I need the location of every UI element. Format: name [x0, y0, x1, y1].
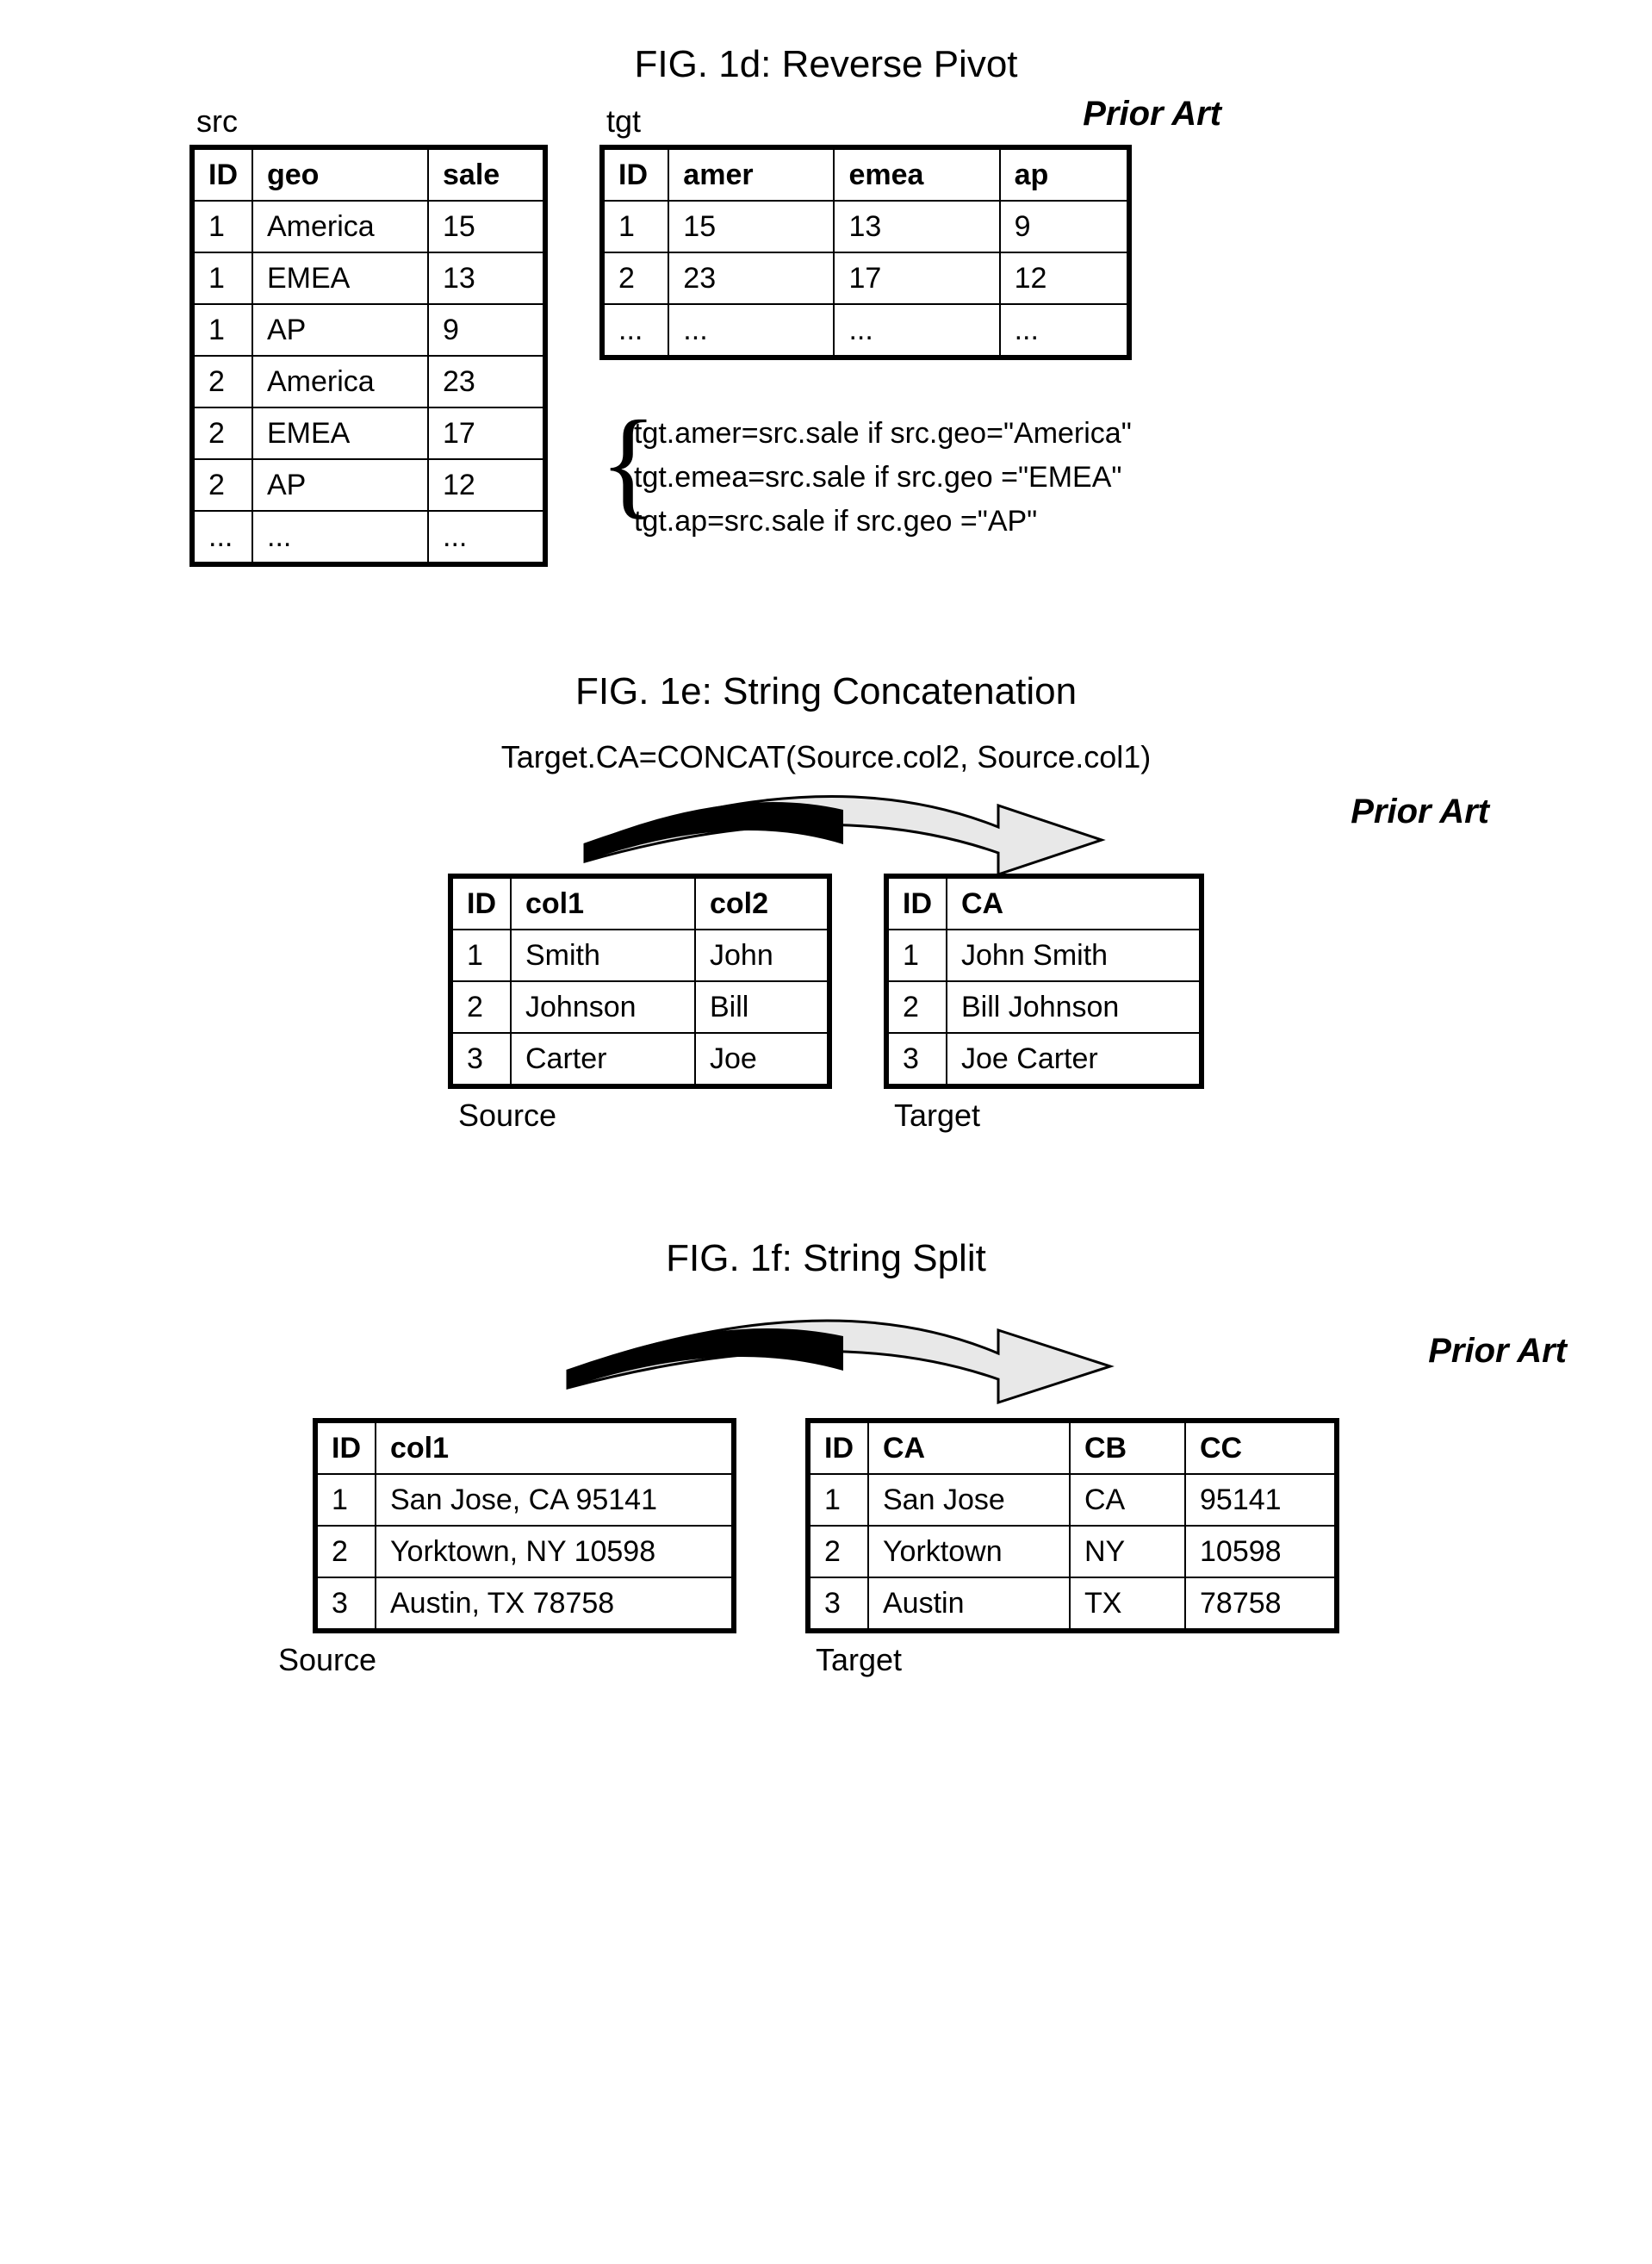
table-row: 1San Jose, CA 95141 [315, 1474, 734, 1526]
table-row: 3CarterJoe [450, 1033, 829, 1086]
table-header-row: ID amer emea ap [602, 147, 1129, 201]
tgt-block-1e: ID CA 1John Smith 2Bill Johnson 3Joe Car… [884, 874, 1204, 1134]
title-1f: FIG. 1f: String Split [69, 1237, 1583, 1280]
table-row: 1America15 [192, 201, 545, 252]
table-row: 3Austin, TX 78758 [315, 1577, 734, 1631]
prior-art-1d: Prior Art [1083, 95, 1221, 134]
src-block-1e: ID col1 col2 1SmithJohn 2JohnsonBill 3Ca… [448, 874, 832, 1134]
title-1e: FIG. 1e: String Concatenation [69, 670, 1583, 713]
th: ID [602, 147, 668, 201]
table-row: 3Joe Carter [886, 1033, 1202, 1086]
formula-1e: Target.CA=CONCAT(Source.col2, Source.col… [69, 739, 1583, 775]
table-header-row: ID geo sale [192, 147, 545, 201]
figure-1e: FIG. 1e: String Concatenation Target.CA=… [69, 670, 1583, 1134]
arrow-icon-1f [499, 1306, 1153, 1409]
src-caption-1e: Source [458, 1098, 832, 1134]
th: col1 [511, 876, 695, 930]
table-row: 115139 [602, 201, 1129, 252]
table-row: 1SmithJohn [450, 930, 829, 981]
tgt-block-1f: ID CA CB CC 1San JoseCA95141 2YorktownNY… [805, 1418, 1339, 1678]
table-row: ............ [602, 304, 1129, 358]
table-row: 1AP9 [192, 304, 545, 356]
table-row: 2America23 [192, 356, 545, 407]
table-row: 2231712 [602, 252, 1129, 304]
src-table-1e: ID col1 col2 1SmithJohn 2JohnsonBill 3Ca… [448, 874, 832, 1089]
table-header-row: ID col1 col2 [450, 876, 829, 930]
table-row: ......... [192, 511, 545, 564]
th: CC [1185, 1421, 1337, 1474]
table-row: 2Yorktown, NY 10598 [315, 1526, 734, 1577]
rule-line: tgt.amer=src.sale if src.geo="America" [634, 412, 1132, 456]
table-row: 2YorktownNY10598 [808, 1526, 1337, 1577]
src-table-1d: ID geo sale 1America15 1EMEA13 1AP9 2Ame… [189, 145, 548, 567]
rules-1d: { tgt.amer=src.sale if src.geo="America"… [608, 412, 1132, 544]
table-row: 2Bill Johnson [886, 981, 1202, 1033]
th: ap [1000, 147, 1129, 201]
arrow-icon-1e [516, 784, 1136, 879]
prior-art-1f: Prior Art [1428, 1332, 1567, 1371]
th: ID [450, 876, 511, 930]
table-row: 1EMEA13 [192, 252, 545, 304]
src-caption-1f: Source [278, 1642, 736, 1678]
table-header-row: ID col1 [315, 1421, 734, 1474]
table-row: 1San JoseCA95141 [808, 1474, 1337, 1526]
src-block-1d: src ID geo sale 1America15 1EMEA13 1AP9 … [189, 103, 548, 567]
tgt-caption-1f: Target [816, 1642, 1339, 1678]
src-block-1f: ID col1 1San Jose, CA 95141 2Yorktown, N… [313, 1418, 736, 1678]
th: CB [1070, 1421, 1185, 1474]
rule-line: tgt.ap=src.sale if src.geo ="AP" [634, 500, 1132, 544]
th: ID [192, 147, 252, 201]
table-header-row: ID CA [886, 876, 1202, 930]
tgt-table-1d: ID amer emea ap 115139 2231712 .........… [599, 145, 1132, 360]
th: emea [834, 147, 999, 201]
th: CA [868, 1421, 1070, 1474]
tgt-label-1d: tgt [606, 103, 1132, 140]
th: col2 [695, 876, 829, 930]
th: sale [428, 147, 545, 201]
th: ID [808, 1421, 868, 1474]
th: ID [886, 876, 947, 930]
th: amer [668, 147, 834, 201]
figure-1d: FIG. 1d: Reverse Pivot Prior Art src ID … [69, 43, 1583, 567]
prior-art-1e: Prior Art [1351, 793, 1489, 831]
table-row: 2EMEA17 [192, 407, 545, 459]
tgt-table-1e: ID CA 1John Smith 2Bill Johnson 3Joe Car… [884, 874, 1204, 1089]
table-row: 3AustinTX78758 [808, 1577, 1337, 1631]
figure-1f: FIG. 1f: String Split Prior Art ID col1 … [69, 1237, 1583, 1678]
src-table-1f: ID col1 1San Jose, CA 95141 2Yorktown, N… [313, 1418, 736, 1633]
tgt-block-1d: tgt ID amer emea ap 115139 2231712 .....… [599, 103, 1132, 544]
th: CA [947, 876, 1202, 930]
th: ID [315, 1421, 376, 1474]
th: col1 [376, 1421, 734, 1474]
table-row: 2JohnsonBill [450, 981, 829, 1033]
src-label-1d: src [196, 103, 548, 140]
rule-line: tgt.emea=src.sale if src.geo ="EMEA" [634, 456, 1132, 500]
brace-icon: { [599, 403, 657, 524]
tgt-caption-1e: Target [894, 1098, 1204, 1134]
title-1d: FIG. 1d: Reverse Pivot [69, 43, 1583, 86]
th: geo [252, 147, 428, 201]
table-row: 1John Smith [886, 930, 1202, 981]
tgt-table-1f: ID CA CB CC 1San JoseCA95141 2YorktownNY… [805, 1418, 1339, 1633]
table-header-row: ID CA CB CC [808, 1421, 1337, 1474]
table-row: 2AP12 [192, 459, 545, 511]
